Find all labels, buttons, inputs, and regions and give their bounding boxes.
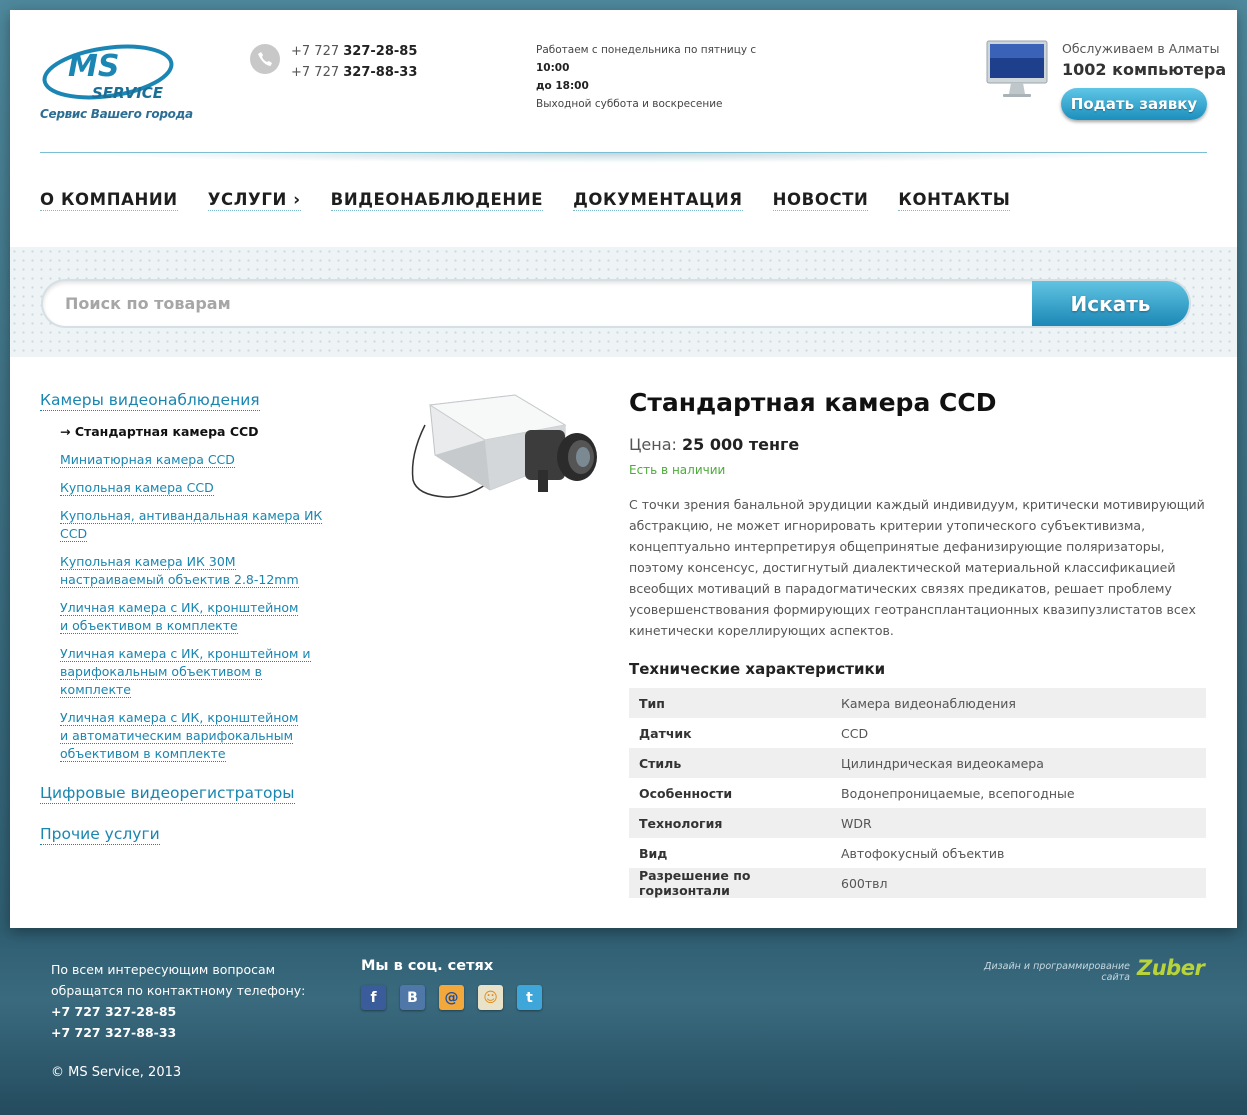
- list-item[interactable]: Уличная камера с ИК, кронштейном и автом…: [60, 709, 305, 763]
- category-cameras-list: → Стандартная камера CCD Миниатюрная кам…: [60, 423, 340, 763]
- search-bar: Искать: [43, 281, 1189, 326]
- logo-tagline: Сервис Вашего города: [40, 107, 193, 121]
- logo-text-ms: MS: [68, 49, 119, 84]
- category-dvr[interactable]: Цифровые видеорегистраторы: [40, 784, 295, 804]
- facebook-icon[interactable]: f: [361, 985, 386, 1010]
- mailru-icon[interactable]: @: [439, 985, 464, 1010]
- product-price: Цена: 25 000 тенге: [629, 435, 800, 454]
- header-divider-shadow: [70, 153, 1170, 163]
- phone-icon: [250, 44, 280, 74]
- social-icons: f B @ ☺ t: [361, 985, 542, 1010]
- list-item[interactable]: Уличная камера с ИК, кронштейном и объек…: [60, 599, 305, 635]
- category-block: Цифровые видеорегистраторы: [40, 783, 340, 804]
- list-item[interactable]: Купольная, антивандальная камера ИК CCD: [60, 507, 340, 543]
- table-row: Вид Автофокусный объектив: [639, 845, 1005, 861]
- nav-services[interactable]: УСЛУГИ ›: [207, 190, 301, 211]
- table-row: Разрешение по горизонтали 600твл: [629, 868, 1206, 898]
- working-hours: Работаем с понедельника по пятницу с 10:…: [536, 44, 757, 110]
- footer-contact: По всем интересующим вопросам обращатся …: [51, 962, 306, 1040]
- design-credit: Дизайн и программирование сайта: [984, 961, 1130, 983]
- table-row: Стиль Цилиндрическая видеокамера: [629, 748, 1206, 778]
- search-input[interactable]: [43, 281, 1033, 326]
- table-row: Особенности Водонепроницаемые, всепогодны…: [639, 785, 1075, 801]
- list-item[interactable]: Уличная камера с ИК, кронштейном и вариф…: [60, 645, 335, 699]
- main-card: MS SERVICE Сервис Вашего города +7 727 3…: [10, 10, 1237, 928]
- nav-contacts[interactable]: КОНТАКТЫ: [898, 190, 1011, 211]
- category-other-services[interactable]: Прочие услуги: [40, 825, 160, 845]
- specs-title: Технические характеристики: [629, 660, 886, 678]
- nav-video-surveillance[interactable]: ВИДЕОНАБЛЮДЕНИЕ: [330, 190, 544, 211]
- nav-documentation[interactable]: ДОКУМЕНТАЦИЯ: [573, 190, 743, 211]
- category-block: Камеры видеонаблюдения → Стандартная кам…: [40, 390, 340, 763]
- category-cameras[interactable]: Камеры видеонаблюдения: [40, 391, 260, 411]
- category-sidebar: Камеры видеонаблюдения → Стандартная кам…: [40, 390, 340, 865]
- header-phones: +7 727 327-28-85 +7 727 327-88-33: [291, 41, 417, 83]
- odnoklassniki-icon[interactable]: ☺: [478, 985, 503, 1010]
- zuber-logo[interactable]: Zuber: [1137, 956, 1205, 980]
- vkontakte-icon[interactable]: B: [400, 985, 425, 1010]
- search-button[interactable]: Искать: [1032, 281, 1189, 326]
- nav-about[interactable]: О КОМПАНИИ: [40, 190, 178, 211]
- footer-copyright: © MS Service, 2013: [51, 1065, 182, 1080]
- phone-1: +7 727 327-28-85: [291, 44, 418, 59]
- list-item[interactable]: Купольная камера ИК 30М настраиваемый об…: [60, 553, 335, 589]
- table-row: Тип Камера видеонаблюдения: [629, 688, 1206, 718]
- footer-phone-1: +7 727 327-28-85: [51, 1004, 177, 1019]
- service-count: 1002 компьютера: [1062, 60, 1227, 79]
- specs-table: Тип Камера видеонаблюдения Датчик CCD Стил…: [629, 688, 1206, 898]
- social-title: Мы в соц. сетях: [361, 958, 494, 974]
- product-description: С точки зрения банальной эрудиции каждый…: [629, 497, 1205, 638]
- list-item[interactable]: Купольная камера CCD: [60, 479, 340, 497]
- computer-monitor-icon: [986, 40, 1048, 97]
- twitter-icon[interactable]: t: [517, 985, 542, 1010]
- stock-status: Есть в наличии: [629, 463, 726, 477]
- logo-text-service: SERVICE: [92, 84, 164, 102]
- service-area-label: Обслуживаем в Алматы: [1062, 41, 1220, 56]
- submit-request-button[interactable]: Подать заявку: [1061, 88, 1207, 120]
- footer-phone-2: +7 727 327-88-33: [51, 1025, 177, 1040]
- list-item-active: → Стандартная камера CCD: [60, 424, 259, 439]
- table-row: Технология WDR: [629, 808, 1206, 838]
- list-item[interactable]: Миниатюрная камера CCD: [60, 451, 340, 469]
- table-row: Датчик CCD: [639, 725, 869, 741]
- product-image-camera: [411, 394, 597, 498]
- main-nav: О КОМПАНИИ УСЛУГИ › ВИДЕОНАБЛЮДЕНИЕ ДОКУ…: [40, 190, 1040, 211]
- nav-news[interactable]: НОВОСТИ: [772, 190, 869, 211]
- category-block: Прочие услуги: [40, 824, 340, 845]
- phone-2: +7 727 327-88-33: [291, 65, 418, 80]
- product-title: Стандартная камера CCD: [629, 388, 997, 417]
